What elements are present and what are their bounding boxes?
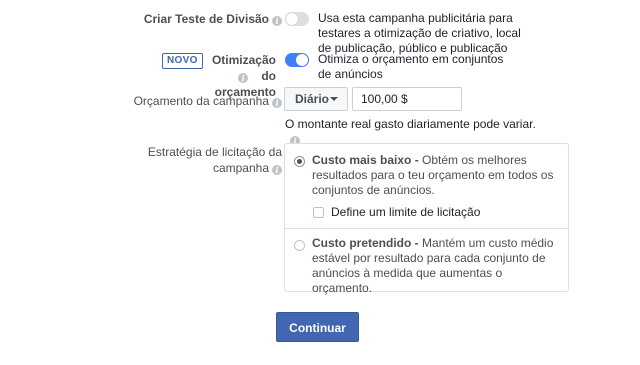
radio-dot (297, 159, 302, 164)
budget-amount-input[interactable]: 100,00 $ (352, 87, 462, 111)
continue-button[interactable]: Continuar (276, 312, 359, 342)
bid-strategy-panel: Custo mais baixo - Obtém os melhores res… (284, 143, 569, 295)
toggle-knob (286, 13, 298, 25)
options-divider (285, 228, 568, 229)
radio-lowest-cost[interactable] (294, 156, 305, 167)
bid-limit-label[interactable]: Define um limite de licitação (331, 205, 531, 220)
split-test-description: Usa esta campanha publicitária para test… (318, 11, 521, 55)
campaign-budget-label: Orçamento da campanha i (62, 93, 282, 109)
bid-limit-checkbox[interactable] (313, 207, 324, 218)
budget-optimization-description: Otimiza o orçamento em conjuntos de anún… (318, 52, 504, 81)
split-test-toggle[interactable] (285, 12, 309, 26)
budget-period-dropdown[interactable]: Diário (284, 87, 348, 111)
new-badge: NOVO (162, 53, 203, 69)
info-icon[interactable]: i (272, 165, 282, 175)
option-lowest-cost[interactable]: Custo mais baixo - Obtém os melhores res… (312, 153, 562, 198)
radio-target-cost[interactable] (294, 240, 305, 251)
split-test-label: Criar Teste de Divisão i (82, 11, 282, 27)
option-target-cost[interactable]: Custo pretendido - Mantém um custo médio… (312, 236, 564, 296)
info-icon[interactable]: i (272, 98, 282, 108)
info-icon[interactable]: i (238, 73, 248, 83)
chevron-down-icon (330, 97, 338, 101)
budget-optimization-toggle[interactable] (285, 53, 309, 67)
bid-strategy-label: Estratégia de licitação da campanha i (147, 145, 282, 175)
info-icon[interactable]: i (272, 16, 282, 26)
toggle-knob (296, 54, 308, 66)
